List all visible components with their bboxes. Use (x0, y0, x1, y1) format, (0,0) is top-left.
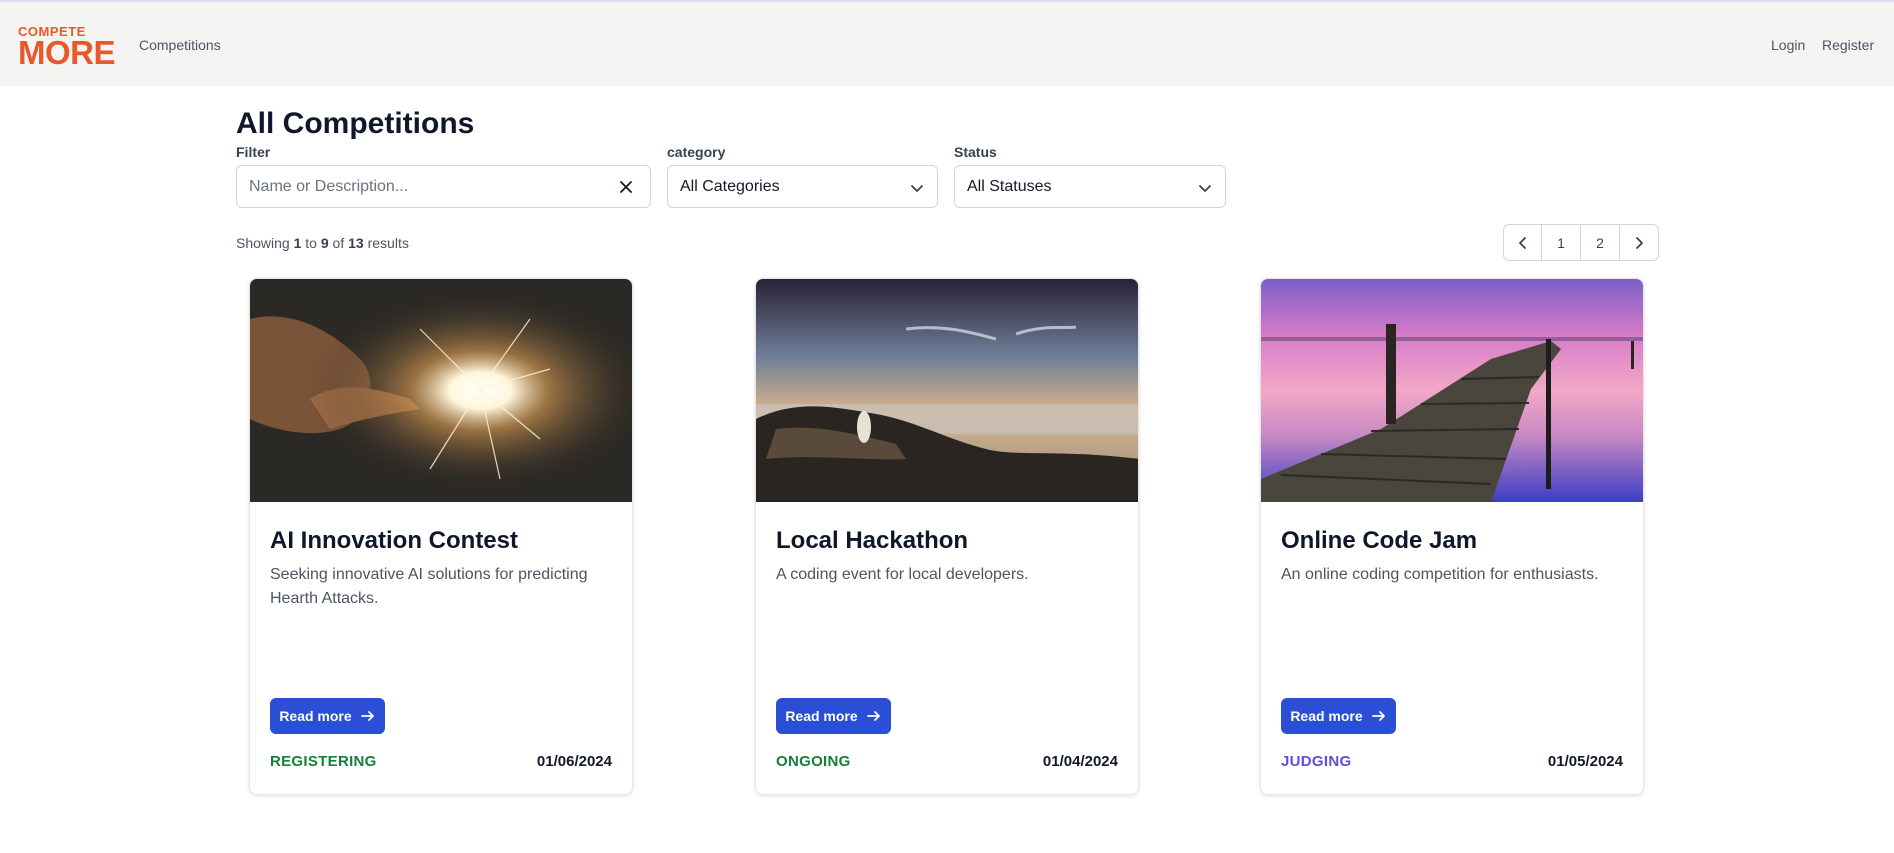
status-badge: REGISTERING (270, 753, 377, 770)
category-selected-value: All Categories (680, 178, 780, 195)
card-title: Online Code Jam (1281, 527, 1478, 554)
status-select[interactable]: All Statuses (954, 165, 1226, 208)
page-title: All Competitions (236, 107, 475, 140)
chevron-right-icon (1636, 236, 1643, 249)
results-total: 13 (348, 235, 364, 251)
competition-card: Local Hackathon A coding event for local… (755, 278, 1139, 795)
card-description: A coding event for local developers. (776, 566, 1029, 583)
competition-image-mountain (756, 279, 1138, 502)
chevron-left-icon (1518, 236, 1526, 249)
competition-image-pier (1261, 279, 1643, 502)
results-of-word: of (332, 235, 345, 251)
results-to: 9 (320, 235, 329, 251)
read-more-label: Read more (785, 708, 858, 724)
arrow-right-icon (1371, 711, 1385, 721)
nav-competitions-link[interactable]: Competitions (139, 37, 221, 53)
competition-card: Online Code Jam An online coding competi… (1260, 278, 1644, 795)
arrow-right-icon (866, 711, 880, 721)
results-summary: Showing 1 to 9 of 13 results (236, 235, 409, 251)
pagination-page-2[interactable]: 2 (1581, 225, 1620, 260)
results-suffix: results (367, 235, 409, 251)
pagination-next-button[interactable] (1620, 225, 1658, 260)
chevron-down-icon (1199, 185, 1211, 192)
results-from: 1 (293, 235, 302, 251)
card-title: Local Hackathon (776, 527, 969, 554)
logo[interactable]: COMPETE MORE (18, 24, 116, 71)
pagination-page-1[interactable]: 1 (1542, 225, 1581, 260)
nav-login-link[interactable]: Login (1771, 37, 1805, 53)
status-badge: ONGOING (776, 753, 851, 770)
card-date: 01/06/2024 (536, 753, 612, 770)
navbar: COMPETE MORE Competitions Login Register (0, 0, 1894, 86)
close-icon[interactable] (618, 179, 634, 195)
filter-label: Filter (236, 144, 271, 160)
read-more-button[interactable]: Read more (776, 698, 891, 734)
pagination: 1 2 (1503, 224, 1659, 261)
card-description: Seeking innovative AI solutions for pred… (270, 566, 588, 607)
arrow-right-icon (360, 711, 374, 721)
nav-register-link[interactable]: Register (1822, 37, 1874, 53)
card-date: 01/04/2024 (1042, 753, 1118, 770)
chevron-down-icon (911, 185, 923, 192)
results-prefix: Showing (236, 235, 290, 251)
card-date: 01/05/2024 (1547, 753, 1623, 770)
read-more-label: Read more (279, 708, 352, 724)
competition-image-sparkler (250, 279, 632, 502)
category-select[interactable]: All Categories (667, 165, 938, 208)
read-more-label: Read more (1290, 708, 1363, 724)
status-label: Status (954, 144, 997, 160)
category-label: category (667, 144, 726, 160)
results-to-word: to (305, 235, 317, 251)
filter-field (236, 165, 651, 208)
logo-main-text: MORE (18, 34, 116, 71)
competition-card: AI Innovation Contest Seeking innovative… (249, 278, 633, 795)
read-more-button[interactable]: Read more (270, 698, 385, 734)
filter-input[interactable] (249, 166, 599, 207)
card-description: An online coding competition for enthusi… (1281, 566, 1599, 583)
status-selected-value: All Statuses (967, 178, 1052, 195)
status-badge: JUDGING (1281, 753, 1352, 770)
pagination-prev-button[interactable] (1504, 225, 1542, 260)
card-title: AI Innovation Contest (270, 527, 518, 554)
read-more-button[interactable]: Read more (1281, 698, 1396, 734)
